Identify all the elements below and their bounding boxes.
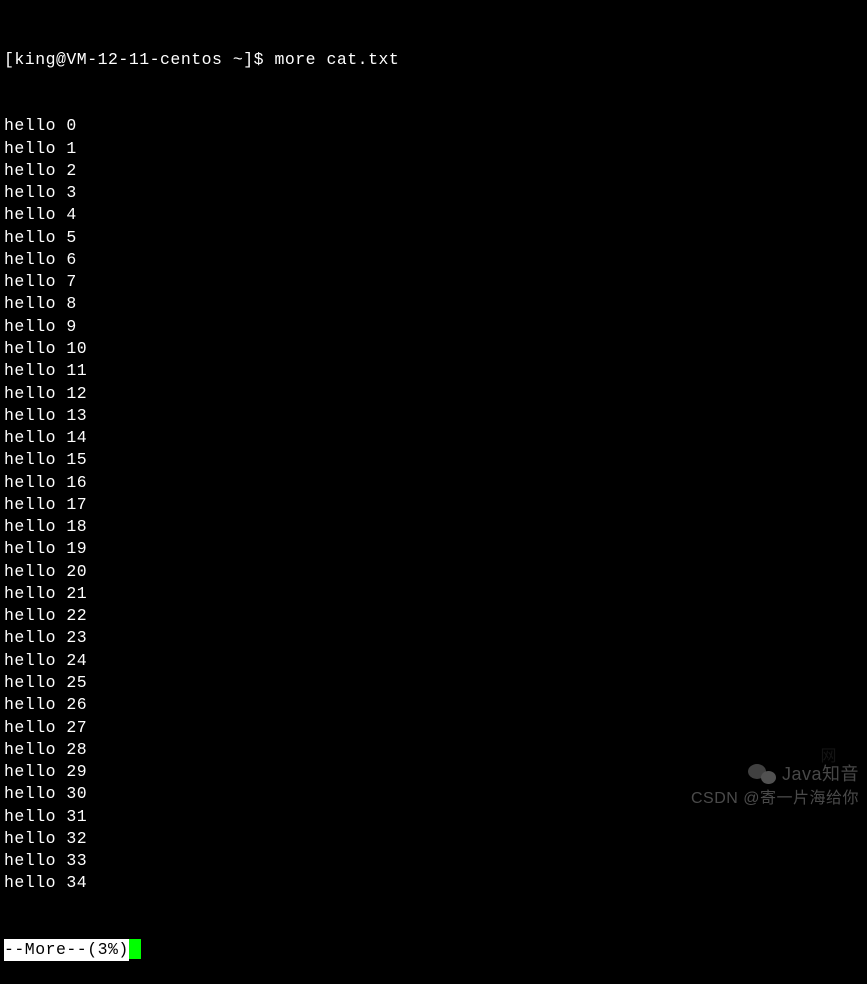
watermark-java-text: Java知音 (782, 762, 859, 786)
output-line: hello 33 (4, 850, 867, 872)
output-line: hello 0 (4, 115, 867, 137)
output-line: hello 9 (4, 316, 867, 338)
output-line: hello 1 (4, 138, 867, 160)
output-line: hello 2 (4, 160, 867, 182)
output-line: hello 13 (4, 405, 867, 427)
output-line: hello 21 (4, 583, 867, 605)
output-line: hello 8 (4, 293, 867, 315)
output-lines: hello 0hello 1hello 2hello 3hello 4hello… (4, 115, 867, 894)
prompt-line: [king@VM-12-11-centos ~]$ more cat.txt (4, 49, 867, 71)
output-line: hello 24 (4, 650, 867, 672)
output-line: hello 5 (4, 227, 867, 249)
output-line: hello 6 (4, 249, 867, 271)
output-line: hello 25 (4, 672, 867, 694)
prompt-user-host: [king@VM-12-11-centos ~]$ (4, 50, 264, 69)
output-line: hello 18 (4, 516, 867, 538)
output-line: hello 7 (4, 271, 867, 293)
output-line: hello 26 (4, 694, 867, 716)
watermark-csdn: CSDN @寄一片海给你 (691, 788, 859, 810)
more-status-line[interactable]: --More--(3%) (4, 939, 867, 961)
output-line: hello 23 (4, 627, 867, 649)
watermark-java: Java知音 (748, 762, 859, 786)
output-line: hello 10 (4, 338, 867, 360)
output-line: hello 4 (4, 204, 867, 226)
output-line: hello 22 (4, 605, 867, 627)
output-line: hello 14 (4, 427, 867, 449)
prompt-command: more cat.txt (274, 50, 399, 69)
output-line: hello 19 (4, 538, 867, 560)
output-line: hello 32 (4, 828, 867, 850)
cursor (129, 939, 141, 959)
output-line: hello 20 (4, 561, 867, 583)
output-line: hello 11 (4, 360, 867, 382)
output-line: hello 16 (4, 472, 867, 494)
terminal-output[interactable]: [king@VM-12-11-centos ~]$ more cat.txt h… (4, 4, 867, 984)
output-line: hello 12 (4, 383, 867, 405)
output-line: hello 28 (4, 739, 867, 761)
output-line: hello 17 (4, 494, 867, 516)
output-line: hello 15 (4, 449, 867, 471)
output-line: hello 29 (4, 761, 867, 783)
more-status-text: --More--(3%) (4, 939, 129, 961)
wechat-icon (748, 762, 776, 786)
output-line: hello 3 (4, 182, 867, 204)
output-line: hello 27 (4, 717, 867, 739)
output-line: hello 34 (4, 872, 867, 894)
